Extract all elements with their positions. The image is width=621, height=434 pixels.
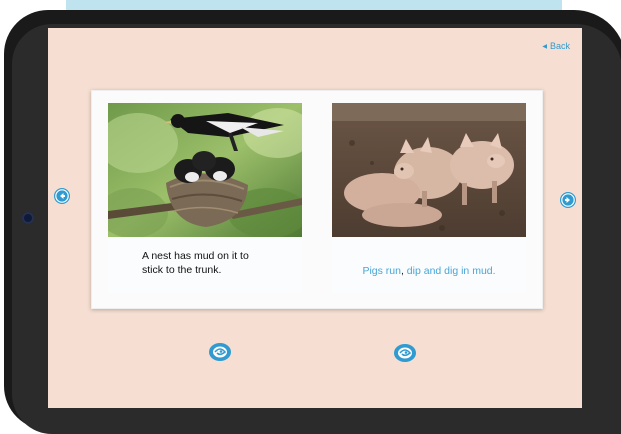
- next-page-button[interactable]: [560, 192, 576, 208]
- reader-screen: ◀ Back A nest has mud on it to stick to …: [48, 28, 582, 408]
- ear-icon: [209, 343, 231, 361]
- left-caption: A nest has mud on it to stick to the tru…: [108, 239, 302, 293]
- left-caption-line-2: stick to the trunk.: [142, 264, 222, 276]
- triangle-left-icon: ◀: [542, 44, 547, 50]
- left-page-audio-button[interactable]: [208, 341, 232, 363]
- ear-icon: [394, 344, 416, 362]
- right-caption-part-1: Pigs run: [362, 265, 401, 277]
- arrow-left-icon: [55, 189, 69, 203]
- arrow-right-icon: [561, 193, 575, 207]
- back-label: Back: [549, 41, 570, 51]
- right-page: Pigs run, dip and dig in mud.: [332, 103, 526, 293]
- prev-page-button[interactable]: [54, 188, 70, 204]
- book-spread: A nest has mud on it to stick to the tru…: [91, 90, 543, 309]
- right-caption-part-2: dip and dig in mud.: [403, 265, 496, 277]
- front-camera: [22, 212, 34, 224]
- nest-photo: [108, 103, 302, 237]
- left-page: A nest has mud on it to stick to the tru…: [108, 103, 302, 293]
- pigs-photo: [332, 103, 526, 237]
- right-page-audio-button[interactable]: [393, 342, 417, 364]
- back-link[interactable]: ◀ Back: [542, 41, 570, 51]
- right-caption: Pigs run, dip and dig in mud.: [332, 239, 526, 293]
- left-caption-line-1: A nest has mud on it to: [142, 250, 249, 262]
